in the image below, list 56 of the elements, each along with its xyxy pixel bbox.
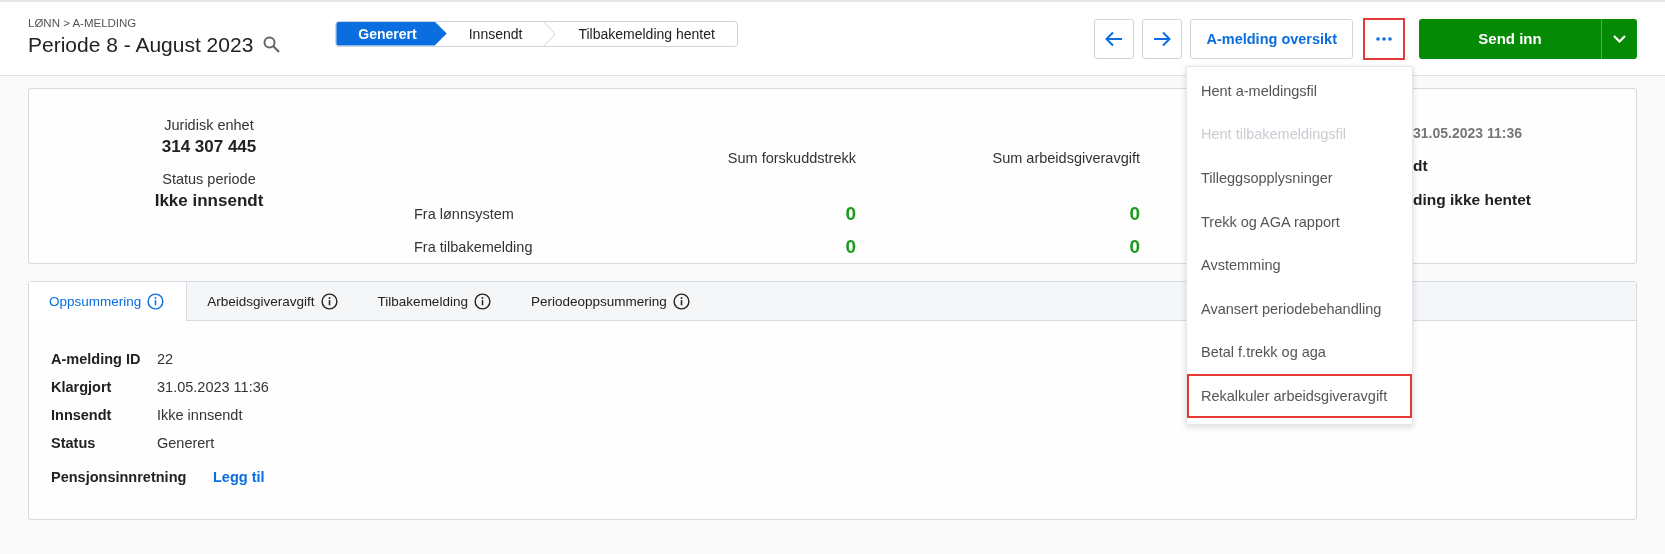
chevron-down-icon — [1613, 34, 1626, 43]
detail-label: Klargjort — [51, 379, 113, 395]
detail-label: A-melding ID — [51, 351, 142, 367]
status-text: dt — [1413, 157, 1429, 175]
menu-item[interactable]: Tilleggsopplysninger — [1187, 156, 1412, 200]
info-icon — [473, 292, 491, 310]
status-step: Innsendt — [446, 21, 545, 46]
info-icon — [320, 292, 338, 310]
arrow-right-icon — [1153, 30, 1172, 47]
fact-label: Juridisk enhet — [164, 117, 254, 133]
menu-item[interactable]: Hent a-meldingsfil — [1187, 69, 1412, 113]
menu-item[interactable]: Trekk og AGA rapport — [1187, 199, 1412, 244]
detail-label: Pensjonsinnretning — [51, 469, 188, 485]
column-header: Sum arbeidsgiveravgift — [991, 150, 1140, 168]
tab[interactable]: Periodeoppsummering — [510, 282, 710, 320]
detail-value: 22 — [157, 351, 174, 367]
status-text: 31.05.2023 11:36 — [1413, 125, 1523, 141]
row-label: Fra tilbakemelding — [414, 238, 534, 255]
nav-button[interactable] — [1142, 18, 1183, 59]
status-step: Generert — [336, 21, 447, 46]
detail-value: 31.05.2023 11:36 — [157, 379, 269, 395]
more-button[interactable] — [1363, 17, 1405, 60]
detail-label: Status — [51, 435, 97, 451]
search-icon[interactable] — [263, 36, 281, 53]
nav-button[interactable] — [1094, 18, 1135, 59]
sum-value: 0 — [1128, 235, 1140, 258]
sum-value: 0 — [844, 202, 856, 225]
sum-value: 0 — [1128, 202, 1140, 225]
sum-value: 0 — [844, 235, 856, 258]
menu-item[interactable]: Betal f.trekk og aga — [1187, 330, 1412, 375]
fact-value: Ikke innsendt — [154, 191, 264, 211]
status-step: Tilbakemelding hentet — [556, 21, 737, 46]
tab[interactable]: Oppsummering — [29, 282, 188, 321]
detail-value: Generert — [157, 435, 215, 451]
detail-label: Innsendt — [51, 407, 113, 423]
status-text: ding ikke hentet — [1413, 191, 1531, 209]
more-icon — [1376, 36, 1392, 41]
tab[interactable]: Tilbakemelding — [357, 282, 511, 320]
breadcrumb[interactable]: LØNN > A-MELDING — [28, 16, 281, 29]
fact-label: Status periode — [162, 171, 256, 187]
page-title: Periode 8 - August 2023 — [28, 32, 254, 57]
fact-value: 314 307 445 — [161, 137, 257, 157]
add-link[interactable]: Legg til — [213, 469, 265, 485]
tab[interactable]: Arbeidsgiveravgift — [187, 282, 358, 320]
send-button[interactable]: Send inn — [1419, 18, 1601, 59]
row-label: Fra lønnsystem — [414, 205, 515, 222]
menu-item[interactable]: Avansert periodebehandling — [1187, 286, 1412, 331]
menu-item[interactable]: Rekalkuler arbeidsgiveravgift — [1187, 374, 1412, 418]
info-icon — [147, 293, 165, 310]
arrow-left-icon — [1105, 30, 1124, 47]
dropdown-button[interactable] — [1601, 18, 1637, 59]
overview-button[interactable]: A-melding oversikt — [1190, 18, 1353, 59]
column-header: Sum forskuddstrekk — [726, 150, 856, 168]
info-icon — [672, 292, 690, 310]
menu-item[interactable]: Avstemming — [1187, 243, 1412, 287]
detail-value: Ikke innsendt — [157, 407, 243, 423]
